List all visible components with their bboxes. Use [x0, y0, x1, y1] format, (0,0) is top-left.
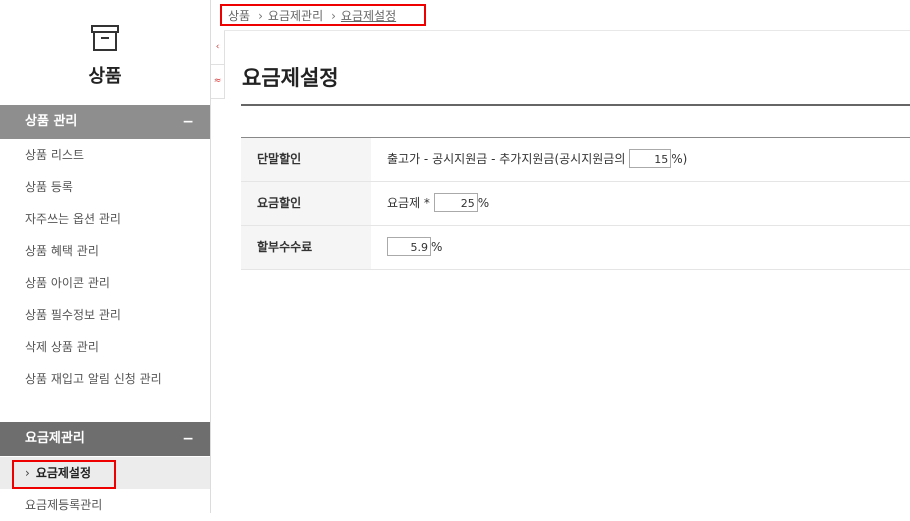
breadcrumb-item-plan-settings[interactable]: 요금제설정	[341, 9, 396, 23]
sidebar-item-product-icons[interactable]: 상품 아이콘 관리	[0, 267, 210, 299]
sidebar: 상품 상품 관리 − 상품 리스트 상품 등록 자주쓰는 옵션 관리 상품 혜택…	[0, 0, 211, 513]
breadcrumb-separator: ›	[331, 9, 336, 23]
sidebar-title: 상품	[88, 66, 122, 87]
device-discount-rate-input[interactable]: 15	[629, 149, 672, 168]
breadcrumb-item-product[interactable]: 상품	[228, 9, 250, 23]
plan-discount-rate-input[interactable]: 25	[433, 193, 478, 212]
sidebar-item-product-required-info[interactable]: 상품 필수정보 관리	[0, 299, 210, 331]
row-suffix-text: %	[477, 196, 490, 210]
row-suffix-text: %)	[671, 152, 688, 166]
sidebar-item-frequent-options[interactable]: 자주쓰는 옵션 관리	[0, 203, 210, 235]
scroll-up-icon[interactable]: ≈	[211, 65, 224, 99]
breadcrumb: 상품 › 요금제관리 › 요금제설정	[220, 4, 426, 26]
breadcrumb-item-plan-manage[interactable]: 요금제관리	[268, 9, 323, 23]
section-label: 상품 관리	[25, 114, 78, 129]
row-label: 할부수수료	[241, 226, 371, 269]
row-prefix-text: 출고가 - 공시지원금 - 추가지원금(공시지원금의	[387, 152, 626, 166]
row-value: 5.9%	[387, 226, 442, 269]
sidebar-item-product-list[interactable]: 상품 리스트	[0, 139, 210, 171]
archive-box-icon	[91, 25, 119, 51]
title-divider	[241, 104, 910, 106]
form-row-device-discount: 단말할인 출고가 - 공시지원금 - 추가지원금(공시지원금의 15%)	[241, 138, 910, 182]
sidebar-item-product-benefits[interactable]: 상품 혜택 관리	[0, 235, 210, 267]
row-suffix-text: %	[431, 240, 443, 254]
sidebar-item-plan-register[interactable]: 요금제등록관리	[0, 489, 210, 521]
section-label: 요금제관리	[25, 431, 85, 446]
sidebar-item-restock-alerts[interactable]: 상품 재입고 알림 신청 관리	[0, 363, 210, 395]
collapse-left-icon[interactable]: ‹	[211, 31, 224, 65]
section-header-plan-manage[interactable]: 요금제관리 −	[0, 422, 210, 456]
page-title: 요금제설정	[242, 66, 339, 90]
section-header-product-manage[interactable]: 상품 관리 −	[0, 105, 210, 139]
installment-fee-rate-input[interactable]: 5.9	[387, 237, 431, 256]
sidebar-item-product-register[interactable]: 상품 등록	[0, 171, 210, 203]
row-value: 요금제 * 25%	[387, 182, 489, 225]
row-prefix-text: 요금제 *	[387, 196, 430, 210]
collapse-minus-icon[interactable]: −	[182, 422, 194, 456]
collapse-minus-icon[interactable]: −	[182, 105, 194, 139]
row-value: 출고가 - 공시지원금 - 추가지원금(공시지원금의 15%)	[387, 138, 687, 181]
header-divider	[224, 30, 910, 31]
form-row-plan-discount: 요금할인 요금제 * 25%	[241, 182, 910, 226]
settings-form-table: 단말할인 출고가 - 공시지원금 - 추가지원금(공시지원금의 15%) 요금할…	[241, 137, 910, 270]
highlight-box-active-item	[12, 460, 116, 489]
row-label: 요금할인	[241, 182, 371, 225]
form-row-installment-fee: 할부수수료 5.9%	[241, 226, 910, 270]
sidebar-item-deleted-products[interactable]: 삭제 상품 관리	[0, 331, 210, 363]
breadcrumb-separator: ›	[258, 9, 263, 23]
row-label: 단말할인	[241, 138, 371, 181]
sidebar-collapse-strip: ‹ ≈	[211, 31, 225, 99]
